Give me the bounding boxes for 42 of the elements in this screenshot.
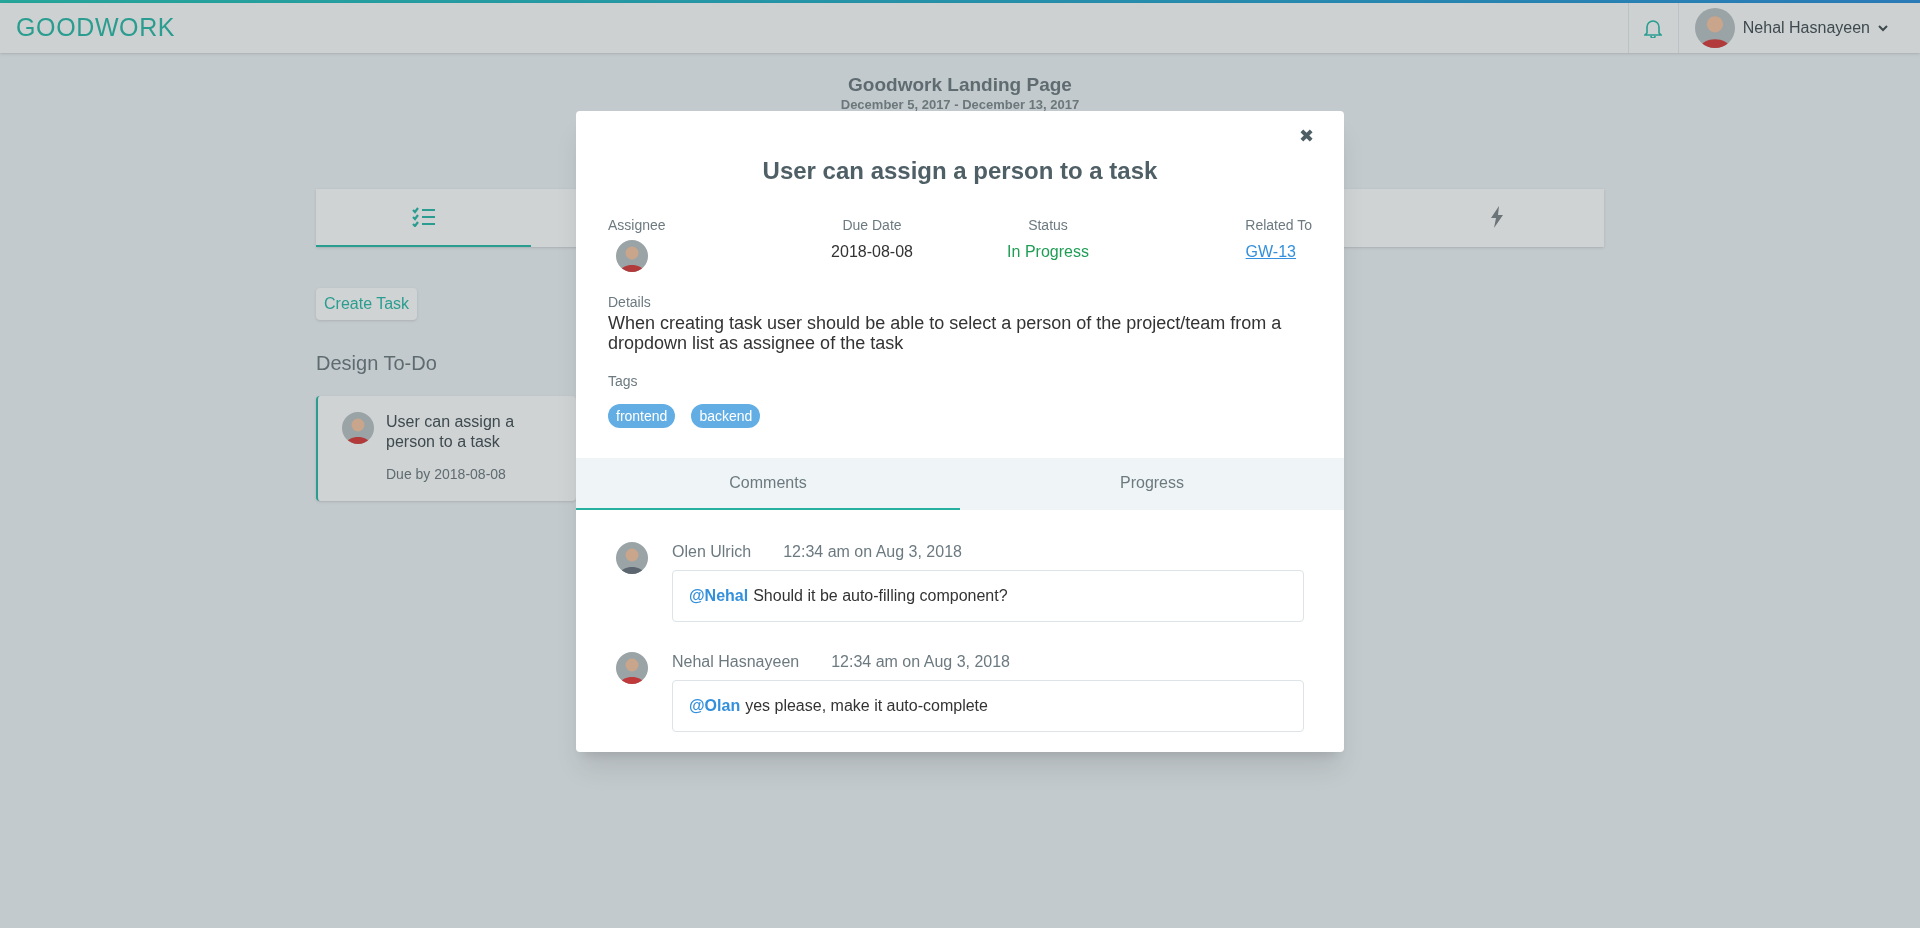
tag: backend: [691, 404, 761, 428]
task-card[interactable]: User can assign a person to a task Due by 2018-08-08: [316, 396, 576, 501]
avatar: [616, 652, 648, 684]
status-value: In Progress: [1007, 242, 1089, 262]
comment-time: 12:34 am on Aug 3, 2018: [831, 652, 1010, 672]
details-text: When creating task user should be able to select a person of the project/team from a dropdown list as assignee of the task: [608, 313, 1283, 353]
avatar: [616, 542, 648, 574]
dialog-tab[interactable]: Comments: [576, 458, 960, 510]
dialog-tab[interactable]: Progress: [960, 458, 1344, 510]
group-title: Design To-Do: [316, 351, 438, 376]
comment-text: yes please, make it auto-complete: [745, 696, 988, 716]
bolt-icon: [1489, 206, 1504, 228]
chevron-down-icon[interactable]: [1878, 24, 1888, 32]
comment-time: 12:34 am on Aug 3, 2018: [783, 542, 962, 562]
field-label: Related To: [1245, 216, 1312, 235]
create-task-button[interactable]: Create Task: [316, 288, 418, 320]
close-button[interactable]: ✖: [1299, 123, 1314, 150]
details-label: Details: [608, 293, 652, 312]
comment-author: Olen Ulrich: [672, 542, 752, 562]
field-value: 2018-08-08: [831, 242, 913, 262]
related-link[interactable]: GW-13: [1245, 240, 1296, 264]
field-label: Assignee: [608, 216, 666, 235]
mention-link[interactable]: @Olan: [689, 694, 741, 718]
task-title: User can assign a person to a task: [386, 412, 516, 452]
mention-link[interactable]: @Nehal: [689, 584, 749, 608]
field-label: Status: [1028, 216, 1068, 235]
tags-label: Tags: [608, 372, 639, 391]
bell-icon[interactable]: [1644, 18, 1663, 38]
avatar: [1694, 8, 1735, 48]
comment-text: Should it be auto-filling component?: [753, 586, 1008, 606]
avatar: [616, 240, 648, 272]
field-label: Due Date: [842, 216, 902, 235]
comment-author: Nehal Hasnayeen: [672, 652, 800, 672]
tag: frontend: [608, 404, 676, 428]
logo[interactable]: GOODWORK: [0, 9, 176, 47]
dialog-title: User can assign a person to a task: [761, 156, 1159, 186]
avatar: [342, 412, 374, 444]
project-title: Goodwork Landing Page: [848, 73, 1072, 97]
checklist-icon: [411, 207, 436, 227]
user-name[interactable]: Nehal Hasnayeen: [1742, 16, 1870, 40]
project-dates: December 5, 2017 - December 13, 2017: [840, 97, 1080, 113]
due-date: Due by 2018-08-08: [386, 465, 507, 484]
